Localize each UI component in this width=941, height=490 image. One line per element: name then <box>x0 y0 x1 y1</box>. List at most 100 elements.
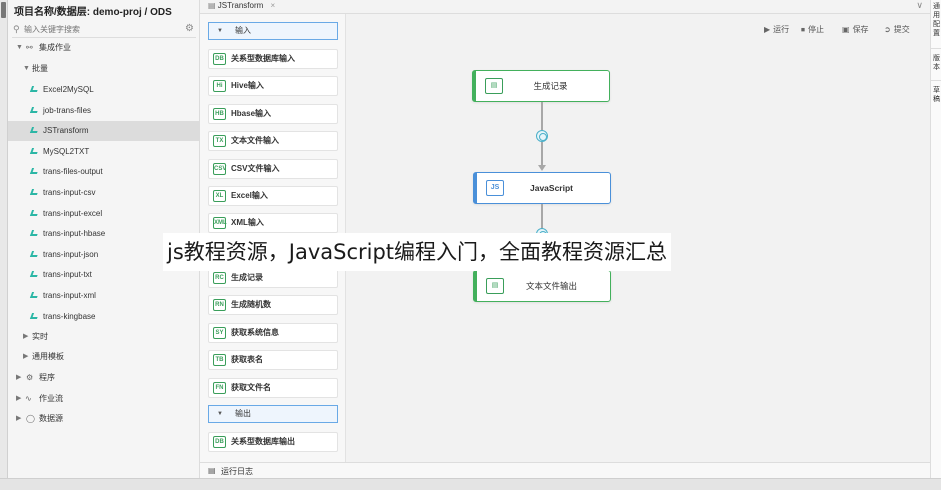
job-icon <box>29 292 40 300</box>
palette-item[interactable]: RN 生成随机数 <box>208 295 338 316</box>
tree-leaf-trans-kingbase[interactable]: trans-kingbase <box>8 307 200 327</box>
program-icon: ⚙ <box>26 373 34 382</box>
palette-item[interactable]: FN 获取文件名 <box>208 377 338 398</box>
palette-item[interactable]: RC 生成记录 <box>208 268 338 288</box>
job-icon <box>29 271 40 279</box>
tree-node-program[interactable]: ▶ ⚙ 程序 <box>8 368 200 388</box>
stop-label: 停止 <box>808 25 824 34</box>
right-panel-tab-config[interactable]: 通用配置 <box>933 2 941 38</box>
palette-item-label: 获取文件名 <box>231 382 271 392</box>
tab-jstransform[interactable]: ▤ JSTransform × <box>208 0 275 14</box>
tree-node-workflow[interactable]: ▶ ∿ 作业流 <box>8 389 200 409</box>
component-icon: CSV <box>213 162 226 175</box>
palette-item[interactable]: XML XML输入 <box>208 213 338 234</box>
flow-node-text-output[interactable]: ▤ 文本文件输出 <box>473 270 611 302</box>
flow-node-javascript[interactable]: JS JavaScript <box>473 172 611 204</box>
caret-down-icon: ▼ <box>217 411 223 417</box>
right-panel-tab-version[interactable]: 版本 <box>933 54 941 72</box>
palette-item[interactable]: Hi Hive输入 <box>208 76 338 97</box>
job-icon <box>29 147 40 156</box>
chevron-down-icon[interactable]: ∨ <box>916 0 923 11</box>
run-log-label: 运行日志 <box>221 467 253 476</box>
play-icon: ▶ <box>764 25 771 34</box>
tree-leaf-trans-input-csv[interactable]: trans-input-csv <box>8 183 200 203</box>
palette-item-label: 获取系统信息 <box>231 327 279 337</box>
palette-item[interactable]: SY 获取系统信息 <box>208 322 338 343</box>
palette-item[interactable]: CSV CSV文件输入 <box>208 158 338 179</box>
job-icon <box>29 189 40 197</box>
palette-section-output[interactable]: ▼ 输出 <box>208 405 338 423</box>
tab-bar: ▤ JSTransform × ∨ <box>200 0 941 14</box>
tree-leaf-label: trans-files-output <box>43 167 103 177</box>
divider <box>931 80 941 81</box>
job-icon <box>29 168 40 176</box>
close-icon[interactable]: × <box>271 1 276 10</box>
caret-right-icon: ▶ <box>16 395 22 402</box>
datasource-icon: ◯ <box>26 414 35 423</box>
tree-leaf-label: job-trans-files <box>43 105 92 115</box>
tree-leaf-mysql2txt[interactable]: MySQL2TXT <box>8 142 200 162</box>
tree-node-datasource[interactable]: ▶ ◯ 数据源 <box>8 409 200 429</box>
component-icon: DB <box>213 53 226 65</box>
canvas-toolbar: ▶ 运行 ⏹ 停止 ▣ 保存 ➲ 提交 <box>346 22 926 38</box>
strip-handle-icon <box>1 2 6 18</box>
stop-button[interactable]: ⏹ 停止 <box>801 24 824 35</box>
palette-item-label: XML输入 <box>231 218 264 228</box>
caret-right-icon: ▶ <box>16 415 22 422</box>
palette-item[interactable]: DB 关系型数据库输入 <box>208 49 338 69</box>
connection-port-icon[interactable] <box>536 130 548 142</box>
component-icon: XML <box>213 217 227 230</box>
job-icon <box>29 86 40 94</box>
palette-item-label: 生成随机数 <box>231 300 271 310</box>
palette-item[interactable]: TX 文本文件输入 <box>208 131 338 152</box>
palette-item[interactable]: DB 关系型数据库输出 <box>208 432 338 452</box>
tree-leaf-label: trans-input-csv <box>43 188 96 197</box>
component-icon: TX <box>213 135 226 148</box>
tree-node-label: 数据源 <box>39 414 63 423</box>
file-icon: ▤ <box>208 1 216 10</box>
integration-icon: ⚯ <box>26 43 33 52</box>
right-property-panel: 通用配置 版本 草稿 <box>930 0 941 478</box>
palette-item[interactable]: HB Hbase输入 <box>208 103 338 124</box>
tree-leaf-job-trans-files[interactable]: job-trans-files <box>8 101 200 121</box>
node-label: JavaScript <box>530 183 573 193</box>
save-label: 保存 <box>852 25 869 34</box>
run-log-bar[interactable]: ▤ 运行日志 <box>200 462 930 478</box>
palette-item-label: 文本文件输入 <box>231 136 279 146</box>
search-input[interactable] <box>24 23 174 36</box>
gear-icon[interactable]: ⚙ <box>185 23 194 34</box>
run-label: 运行 <box>773 25 790 34</box>
flow-node-generate-records[interactable]: ▤ 生成记录 <box>472 70 610 102</box>
tree-leaf-trans-input-excel[interactable]: trans-input-excel <box>8 204 200 224</box>
flow-edge <box>541 204 543 230</box>
submit-button[interactable]: ➲ 提交 <box>884 24 910 35</box>
tree-node-realtime[interactable]: ▶ 实时 <box>8 327 200 347</box>
tree-leaf-label: trans-kingbase <box>43 311 96 321</box>
palette-item-label: 获取表名 <box>231 355 263 365</box>
palette-item-label: Excel输入 <box>231 191 268 200</box>
tree-node-label: 作业流 <box>39 394 63 403</box>
component-icon: HB <box>213 107 226 120</box>
project-title: 项目名称/数据层: demo-proj / ODS <box>14 7 172 18</box>
component-icon: DB <box>213 436 226 448</box>
watermark-caption: js教程资源，JavaScript编程入门，全面教程资源汇总 <box>163 233 672 271</box>
tree-node-template[interactable]: ▶ 通用模板 <box>8 347 200 367</box>
palette-section-input[interactable]: ▼ 输入 <box>208 22 338 40</box>
caret-right-icon: ▶ <box>16 374 22 381</box>
component-icon: SY <box>213 326 226 339</box>
run-button[interactable]: ▶ 运行 <box>764 24 789 35</box>
tree-leaf-label: MySQL2TXT <box>43 146 90 156</box>
right-panel-tab-draft[interactable]: 草稿 <box>933 86 941 104</box>
palette-item[interactable]: TB 获取表名 <box>208 350 338 371</box>
arrow-head-icon <box>538 165 546 171</box>
save-button[interactable]: ▣ 保存 <box>842 24 869 35</box>
tree-leaf-jstransform[interactable]: JSTransform <box>8 121 200 142</box>
tree-leaf-excel2mysql[interactable]: Excel2MySQL <box>8 80 200 100</box>
tree-leaf-trans-input-xml[interactable]: trans-input-xml <box>8 286 200 306</box>
tree-node-integration-jobs[interactable]: ▼ ⚯ 集成作业 <box>8 38 200 58</box>
palette-item[interactable]: XL Excel输入 <box>208 186 338 206</box>
palette-item-label: 关系型数据库输出 <box>231 437 295 446</box>
job-icon <box>29 312 40 321</box>
tree-leaf-trans-files-output[interactable]: trans-files-output <box>8 162 200 182</box>
tree-node-batch[interactable]: ▼ 批量 <box>8 59 200 79</box>
